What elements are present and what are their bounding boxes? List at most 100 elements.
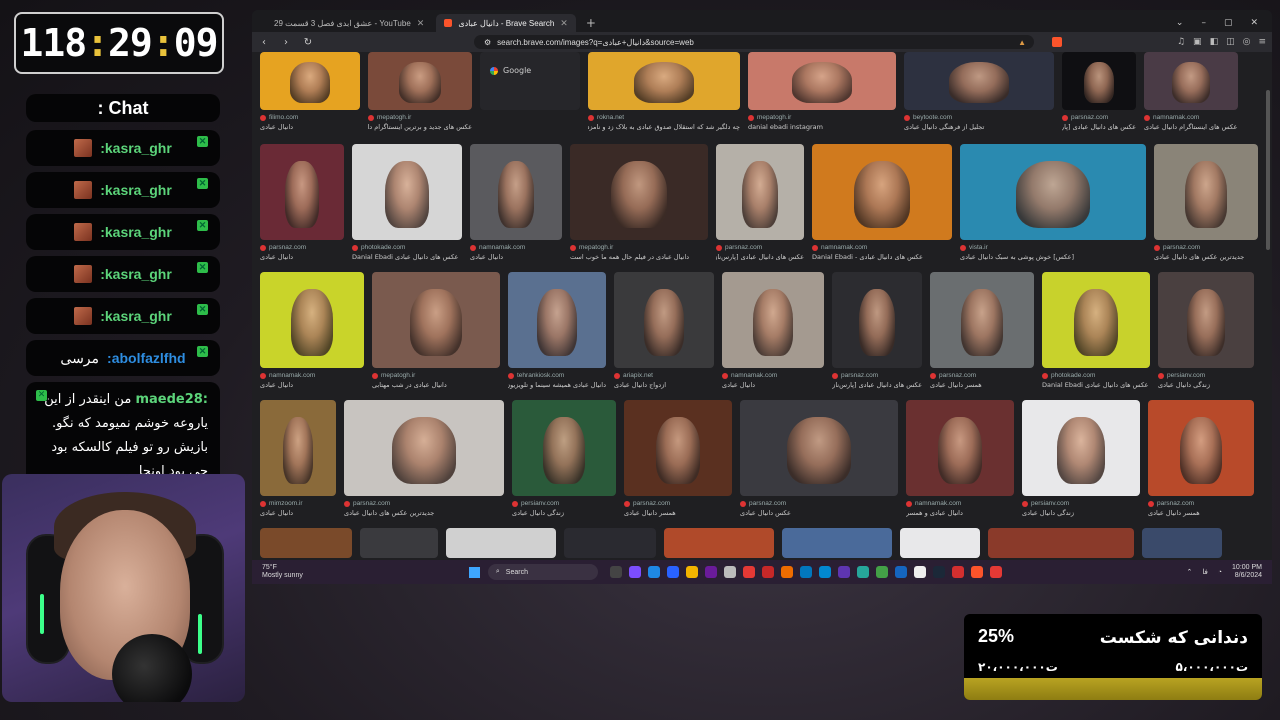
image-result-card[interactable]: namnamak.com عکس های دانیال عبادی - Dania… — [812, 144, 952, 261]
image-caption[interactable]: عکس های دانیال عبادی [پارس‌ناز] — [716, 253, 804, 261]
image-source[interactable]: beytoote.com — [904, 114, 1054, 121]
image-source[interactable]: photokade.com — [352, 244, 462, 251]
image-result-card[interactable]: beytoote.com تجلیل از فرهنگی دانیال عبادی — [904, 52, 1054, 131]
image-result-card[interactable] — [782, 528, 892, 558]
language-icon[interactable]: فا — [1202, 568, 1207, 576]
app-icon[interactable] — [799, 566, 812, 578]
image-thumbnail[interactable] — [372, 272, 500, 368]
image-source[interactable]: parsnaz.com — [1148, 500, 1254, 507]
image-result-card[interactable] — [446, 528, 556, 558]
image-thumbnail[interactable] — [900, 528, 980, 558]
image-caption[interactable]: جدیدترین عکس های دانیال عبادی — [344, 509, 504, 517]
image-thumbnail[interactable] — [1022, 400, 1140, 496]
app-icon[interactable] — [723, 566, 736, 578]
image-thumbnail[interactable] — [260, 400, 336, 496]
image-caption[interactable]: عکس دانیال عبادی — [740, 509, 898, 517]
image-thumbnail[interactable] — [1142, 528, 1222, 558]
image-thumbnail[interactable] — [570, 144, 708, 240]
chevron-up-icon[interactable]: ⌃ — [1186, 568, 1192, 576]
image-caption[interactable]: همسر دانیال عبادی — [930, 381, 1034, 389]
image-thumbnail[interactable] — [1062, 52, 1136, 110]
image-thumbnail[interactable]: Google — [480, 52, 580, 110]
image-result-card[interactable]: namnamak.com دانیال عبادی — [470, 144, 562, 261]
tab-brave-search[interactable]: دانیال عبادی - Brave Search ✕ — [436, 14, 576, 32]
image-thumbnail[interactable] — [904, 52, 1054, 110]
image-result-card[interactable]: mepatogh.ir دانیال عبادی در فیلم حال همه … — [570, 144, 708, 261]
chevron-down-icon[interactable]: ⌄ — [1176, 18, 1184, 28]
image-result-card[interactable]: mepatogh.ir danial ebadi instagram — [748, 52, 896, 131]
image-thumbnail[interactable] — [832, 272, 922, 368]
image-thumbnail[interactable] — [782, 528, 892, 558]
close-window-button[interactable]: ✕ — [1250, 18, 1258, 28]
image-thumbnail[interactable] — [722, 272, 824, 368]
image-result-card[interactable]: parsnaz.com دانیال عبادی — [260, 144, 344, 261]
extension-icon[interactable]: ▣ — [1193, 37, 1202, 47]
tab-youtube[interactable]: عشق ابدی فصل 3 قسمت 29 - YouTube ✕ — [266, 14, 432, 32]
chrome-icon[interactable] — [742, 566, 755, 578]
image-result-card[interactable]: parsnaz.com همسر دانیال عبادی — [930, 272, 1034, 389]
brave-rewards-icon[interactable] — [1052, 37, 1062, 47]
google-label[interactable]: Google — [490, 66, 531, 75]
taskbar-search[interactable]: ⌕ Search — [487, 564, 598, 580]
image-result-card[interactable]: parsnaz.com همسر دانیال عبادی — [1148, 400, 1254, 517]
image-result-card[interactable] — [900, 528, 980, 558]
forward-button[interactable]: › — [280, 37, 292, 48]
image-thumbnail[interactable] — [564, 528, 656, 558]
app-icon[interactable] — [761, 566, 774, 578]
image-source[interactable]: photokade.com — [1042, 372, 1150, 379]
maximize-button[interactable]: ▢ — [1224, 18, 1233, 28]
image-source[interactable]: mepatogh.ir — [372, 372, 500, 379]
image-caption[interactable]: دانیال عبادی — [260, 381, 364, 389]
image-caption[interactable]: عکس های دانیال عبادی [پارس‌ناز] — [832, 381, 922, 389]
image-thumbnail[interactable] — [1042, 272, 1150, 368]
task-view-icon[interactable] — [609, 566, 622, 578]
image-caption[interactable]: دانیال عبادی در فیلم حال همه ما خوب است — [570, 253, 708, 261]
image-result-card[interactable]: namnamak.com عکس های اینستاگرام دانیال عب… — [1144, 52, 1238, 131]
site-info-icon[interactable]: ⚙ — [484, 38, 491, 47]
image-source[interactable]: namnamak.com — [1144, 114, 1238, 121]
clock[interactable]: 10:00 PM 8/6/2024 — [1232, 564, 1262, 580]
image-thumbnail[interactable] — [446, 528, 556, 558]
image-caption[interactable]: danial ebadi instagram — [748, 123, 896, 131]
image-caption[interactable]: ازدواج دانیال عبادی — [614, 381, 714, 389]
image-source[interactable]: tehrankiosk.com — [508, 372, 606, 379]
app-icon[interactable] — [875, 566, 888, 578]
image-source[interactable]: mepatogh.ir — [748, 114, 896, 121]
image-result-card[interactable]: mimzoom.ir دانیال عبادی — [260, 400, 336, 517]
image-thumbnail[interactable] — [1158, 272, 1254, 368]
image-caption[interactable]: دانیال عبادی — [260, 123, 360, 131]
steam-icon[interactable] — [932, 566, 945, 578]
image-caption[interactable]: عکس های دانیال عبادی [پارس‌ناز] — [1062, 123, 1136, 131]
image-caption[interactable]: دانیال عبادی و همسر — [906, 509, 1014, 517]
image-thumbnail[interactable] — [508, 272, 606, 368]
image-source[interactable]: parsnaz.com — [740, 500, 898, 507]
image-result-card[interactable]: namnamak.com دانیال عبادی — [260, 272, 364, 389]
menu-icon[interactable]: ≡ — [1258, 37, 1266, 47]
image-source[interactable]: filimo.com — [260, 114, 360, 121]
image-caption[interactable]: دانیال عبادی — [260, 253, 344, 261]
image-caption[interactable]: دانیال عبادی — [470, 253, 562, 261]
image-caption[interactable]: همسر دانیال عبادی — [624, 509, 732, 517]
image-thumbnail[interactable] — [352, 144, 462, 240]
image-source[interactable]: parsnaz.com — [716, 244, 804, 251]
file-explorer-icon[interactable] — [685, 566, 698, 578]
image-source[interactable]: parsnaz.com — [832, 372, 922, 379]
image-result-card[interactable]: parsnaz.com همسر دانیال عبادی — [624, 400, 732, 517]
image-result-card[interactable]: tehrankiosk.com دانیال عبادی همیشه سینما … — [508, 272, 606, 389]
music-icon[interactable]: ♫ — [1177, 37, 1185, 47]
image-result-card[interactable]: photokade.com عکس های دانیال عبادی Danial… — [1042, 272, 1150, 389]
image-caption[interactable]: عکس های دانیال عبادی - Danial Ebadi — [812, 253, 952, 261]
image-caption[interactable]: زندگی دانیال عبادی — [1022, 509, 1140, 517]
image-result-card[interactable] — [988, 528, 1134, 558]
image-thumbnail[interactable] — [344, 400, 504, 496]
app-icon[interactable] — [780, 566, 793, 578]
image-result-card[interactable]: parsnaz.com جدیدترین عکس های دانیال عبادی — [344, 400, 504, 517]
image-source[interactable]: rokna.net — [588, 114, 740, 121]
image-result-card[interactable] — [1142, 528, 1222, 558]
image-caption[interactable]: زندگی دانیال عبادی — [1158, 381, 1254, 389]
image-thumbnail[interactable] — [960, 144, 1146, 240]
image-result-card[interactable]: vista.ir [عکس] خوش پوشی به سبک دانیال عبا… — [960, 144, 1146, 261]
app-icon[interactable] — [628, 566, 641, 578]
image-caption[interactable]: دانیال عبادی — [260, 509, 336, 517]
telegram-icon[interactable] — [818, 566, 831, 578]
